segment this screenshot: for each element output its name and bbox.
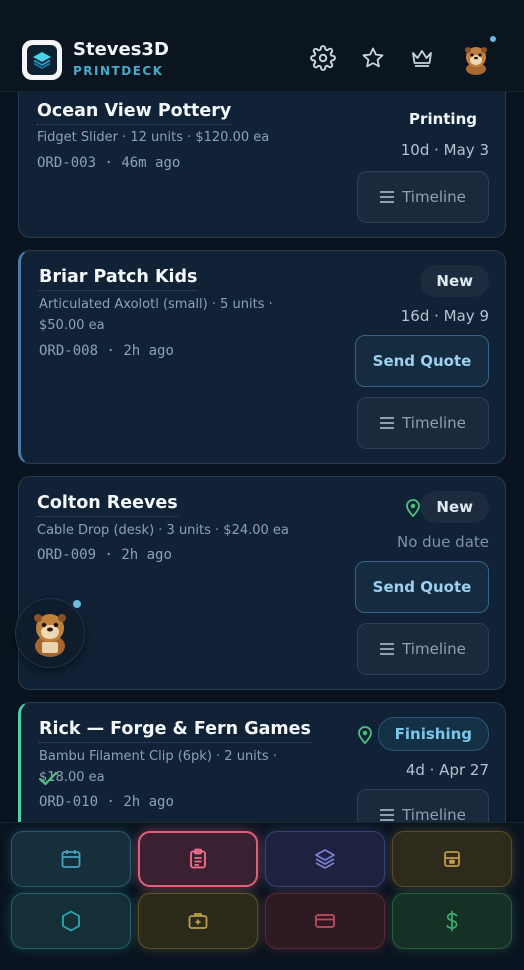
app-logo[interactable]	[22, 40, 62, 80]
notification-dot	[490, 36, 496, 42]
layers-button[interactable]	[265, 831, 385, 887]
timeline-button[interactable]: Timeline	[357, 171, 489, 223]
order-meta: ORD-003 · 46m ago	[37, 155, 181, 171]
revenue-button[interactable]	[392, 893, 512, 949]
timeline-button[interactable]: Timeline	[357, 789, 489, 822]
customer-name[interactable]: Ocean View Pottery	[37, 101, 232, 125]
order-description: Articulated Axolotl (small) · 5 units · …	[39, 297, 273, 333]
status-badge: New	[420, 265, 489, 297]
calendar-button[interactable]	[11, 831, 131, 887]
location-pin-icon	[358, 726, 372, 744]
timeline-button[interactable]: Timeline	[357, 623, 489, 675]
calendar-icon	[61, 850, 81, 868]
list-icon	[380, 417, 395, 429]
status-badge: Printing	[409, 110, 477, 128]
due-date: 10d · May 3	[400, 141, 489, 159]
due-date: No due date	[396, 533, 489, 551]
order-age: 2h ago	[123, 794, 174, 810]
order-list[interactable]: Ocean View Pottery Fidget Slider · 12 un…	[0, 92, 524, 822]
status-badge: Finishing	[377, 717, 489, 751]
order-meta: ORD-008 · 2h ago	[39, 343, 174, 359]
order-card[interactable]: Briar Patch Kids Articulated Axolotl (sm…	[18, 250, 506, 464]
location-pin-icon	[406, 499, 420, 517]
customer-name[interactable]: Rick — Forge & Fern Games	[39, 719, 311, 743]
archive-button[interactable]	[392, 831, 512, 887]
send-quote-button[interactable]: Send Quote	[355, 335, 489, 387]
app-subtitle: PRINTDECK	[73, 64, 164, 78]
list-icon	[380, 809, 395, 821]
customer-name[interactable]: Colton Reeves	[37, 493, 178, 517]
payments-button[interactable]	[265, 893, 385, 949]
list-icon	[380, 643, 395, 655]
toolbox-icon	[188, 913, 208, 929]
app-title: Steves3D	[73, 39, 169, 60]
order-age: 2h ago	[123, 343, 174, 359]
orders-button[interactable]	[138, 831, 258, 887]
due-date: 4d · Apr 27	[405, 761, 489, 779]
order-id: ORD-008	[39, 343, 99, 359]
status-badge: New	[420, 491, 489, 523]
crown-icon[interactable]	[408, 44, 436, 72]
order-card[interactable]: Colton Reeves Cable Drop (desk) · 3 unit…	[18, 476, 506, 690]
order-card[interactable]: Ocean View Pottery Fidget Slider · 12 un…	[18, 92, 506, 238]
order-description: Fidget Slider · 12 units · $120.00 ea	[37, 130, 270, 145]
clipboard-icon	[190, 848, 206, 869]
order-description: Bambu Filament Clip (6pk) · 2 units · $1…	[39, 749, 277, 785]
order-meta: ORD-010 · 2h ago	[39, 794, 174, 810]
order-age: 46m ago	[121, 155, 181, 171]
notification-dot	[73, 600, 81, 608]
order-id: ORD-009	[37, 547, 97, 563]
otter-mascot-icon	[34, 614, 66, 657]
send-quote-button[interactable]: Send Quote	[355, 561, 489, 613]
bottom-dock	[0, 822, 524, 970]
archive-icon	[444, 851, 460, 867]
hexagon-button[interactable]	[11, 893, 131, 949]
hexagon-icon	[62, 910, 80, 932]
list-icon	[380, 191, 395, 203]
due-date: 16d · May 9	[400, 307, 489, 325]
otter-avatar-icon[interactable]	[460, 43, 492, 75]
check-icon	[38, 771, 58, 786]
card-icon	[315, 914, 335, 928]
order-meta: ORD-009 · 2h ago	[37, 547, 172, 563]
app-header: Steves3D PRINTDECK	[0, 0, 524, 92]
dollar-icon	[446, 910, 458, 932]
order-age: 2h ago	[121, 547, 172, 563]
toolbox-button[interactable]	[138, 893, 258, 949]
customer-name[interactable]: Briar Patch Kids	[39, 267, 198, 291]
star-icon[interactable]	[359, 44, 387, 72]
otter-assistant-button[interactable]	[15, 598, 85, 668]
order-id: ORD-010	[39, 794, 99, 810]
order-description: Cable Drop (desk) · 3 units · $24.00 ea	[37, 523, 289, 538]
timeline-button[interactable]: Timeline	[357, 397, 489, 449]
order-card[interactable]: Rick — Forge & Fern Games Bambu Filament…	[18, 702, 506, 822]
layers-icon	[315, 849, 335, 869]
layers-logo-icon	[33, 52, 51, 70]
gear-icon[interactable]	[309, 44, 337, 72]
order-id: ORD-003	[37, 155, 97, 171]
